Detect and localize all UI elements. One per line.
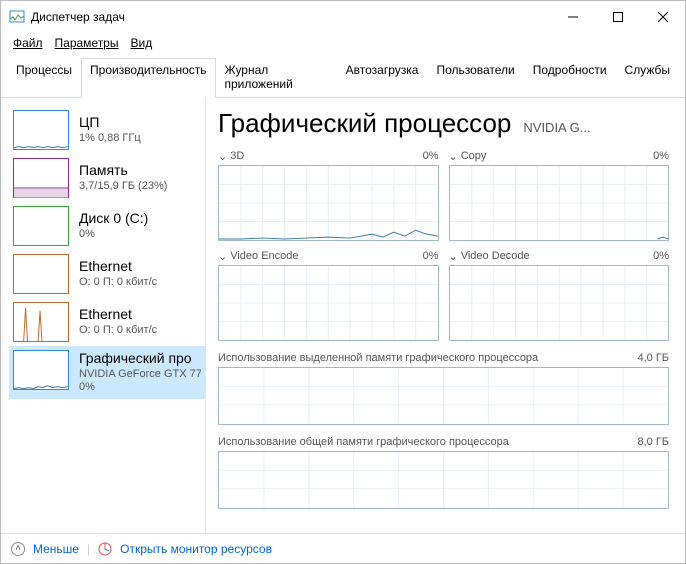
chart-3d: ⌄ 3D 0% [218,147,439,241]
sidebar-cpu-sub: 1% 0,88 ГГц [79,132,141,146]
tab-app-history[interactable]: Журнал приложений [216,58,337,97]
sidebar: ЦП 1% 0,88 ГГц Память 3,7/15,9 ГБ (23%) … [1,98,206,533]
engine-charts-grid: ⌄ 3D 0% ⌄ [218,147,669,341]
window-title: Диспетчер задач [31,10,550,24]
chevron-down-icon[interactable]: ⌄ [218,150,227,163]
menubar: Файл Параметры Вид [1,32,685,54]
chart-vencode-plot[interactable] [218,265,439,341]
dedicated-mem-value: 4,0 ГБ [637,352,669,364]
footer: ˄ Меньше | Открыть монитор ресурсов [1,533,685,563]
shared-mem-plot[interactable] [218,451,669,509]
open-resource-monitor-link[interactable]: Открыть монитор ресурсов [120,542,272,556]
chart-video-decode: ⌄ Video Decode 0% [449,247,670,341]
resource-monitor-icon [98,542,112,556]
eth0-sparkline [13,254,69,294]
sidebar-item-ethernet-1[interactable]: Ethernet О: 0 П: 0 кбит/с [9,298,205,346]
sidebar-item-memory[interactable]: Память 3,7/15,9 ГБ (23%) [9,154,205,202]
sidebar-gpu-sub2: 0% [79,381,201,395]
sidebar-disk-sub: 0% [79,228,148,242]
menu-view[interactable]: Вид [124,34,158,52]
sidebar-eth0-sub: О: 0 П: 0 кбит/с [79,276,157,290]
sidebar-memory-title: Память [79,162,167,180]
gpu-model: NVIDIA G... [523,120,590,135]
sidebar-disk-title: Диск 0 (C:) [79,210,148,228]
sidebar-eth1-sub: О: 0 П: 0 кбит/с [79,324,157,338]
sidebar-eth0-title: Ethernet [79,258,157,276]
memory-sparkline [13,158,69,198]
minimize-button[interactable] [550,2,595,31]
chart-vdecode-plot[interactable] [449,265,670,341]
app-icon [9,9,25,25]
chart-video-encode: ⌄ Video Encode 0% [218,247,439,341]
sidebar-gpu-title: Графический про [79,350,201,368]
chart-copy-label[interactable]: Copy [461,150,487,162]
tab-performance[interactable]: Производительность [81,58,215,98]
chart-3d-label[interactable]: 3D [230,150,244,162]
tab-services[interactable]: Службы [616,58,679,97]
sidebar-item-ethernet-0[interactable]: Ethernet О: 0 П: 0 кбит/с [9,250,205,298]
chart-copy-plot[interactable] [449,165,670,241]
sidebar-item-gpu[interactable]: Графический про NVIDIA GeForce GTX 770 0… [9,346,205,399]
sidebar-gpu-sub1: NVIDIA GeForce GTX 770 [79,368,201,382]
chevron-down-icon[interactable]: ⌄ [218,250,227,263]
chart-vencode-label[interactable]: Video Encode [230,250,298,262]
tab-bar: Процессы Производительность Журнал прило… [1,54,685,98]
titlebar: Диспетчер задач [1,1,685,32]
eth1-sparkline [13,302,69,342]
cpu-sparkline [13,110,69,150]
shared-mem-label: Использование общей памяти графического … [218,436,509,448]
chevron-down-icon[interactable]: ⌄ [449,250,458,263]
chevron-down-icon[interactable]: ⌄ [449,150,458,163]
tab-users[interactable]: Пользователи [427,58,523,97]
detail-panel: Графический процессор NVIDIA G... ⌄ 3D 0… [206,98,685,533]
dedicated-mem-plot[interactable] [218,367,669,425]
close-button[interactable] [640,2,685,31]
tab-processes[interactable]: Процессы [7,58,81,97]
shared-mem-value: 8,0 ГБ [637,436,669,448]
sidebar-cpu-title: ЦП [79,114,141,132]
disk-sparkline [13,206,69,246]
dedicated-memory-row: Использование выделенной памяти графичес… [218,349,669,425]
gpu-sparkline [13,350,69,390]
tab-startup[interactable]: Автозагрузка [337,58,428,97]
sidebar-memory-sub: 3,7/15,9 ГБ (23%) [79,180,167,194]
chart-3d-plot[interactable] [218,165,439,241]
chart-vencode-value: 0% [423,250,439,262]
sidebar-eth1-title: Ethernet [79,306,157,324]
chart-vdecode-value: 0% [653,250,669,262]
menu-options[interactable]: Параметры [49,34,125,52]
maximize-button[interactable] [595,2,640,31]
collapse-icon[interactable]: ˄ [11,542,25,556]
sidebar-item-cpu[interactable]: ЦП 1% 0,88 ГГц [9,106,205,154]
dedicated-mem-label: Использование выделенной памяти графичес… [218,352,538,364]
sidebar-item-disk[interactable]: Диск 0 (C:) 0% [9,202,205,250]
fewer-details-link[interactable]: Меньше [33,542,79,556]
chart-3d-value: 0% [423,150,439,162]
main-area: ЦП 1% 0,88 ГГц Память 3,7/15,9 ГБ (23%) … [1,98,685,533]
chart-copy-value: 0% [653,150,669,162]
shared-memory-row: Использование общей памяти графического … [218,433,669,509]
chart-vdecode-label[interactable]: Video Decode [461,250,530,262]
chart-copy: ⌄ Copy 0% [449,147,670,241]
page-title: Графический процессор [218,108,511,139]
menu-file[interactable]: Файл [7,34,49,52]
tab-details[interactable]: Подробности [524,58,616,97]
